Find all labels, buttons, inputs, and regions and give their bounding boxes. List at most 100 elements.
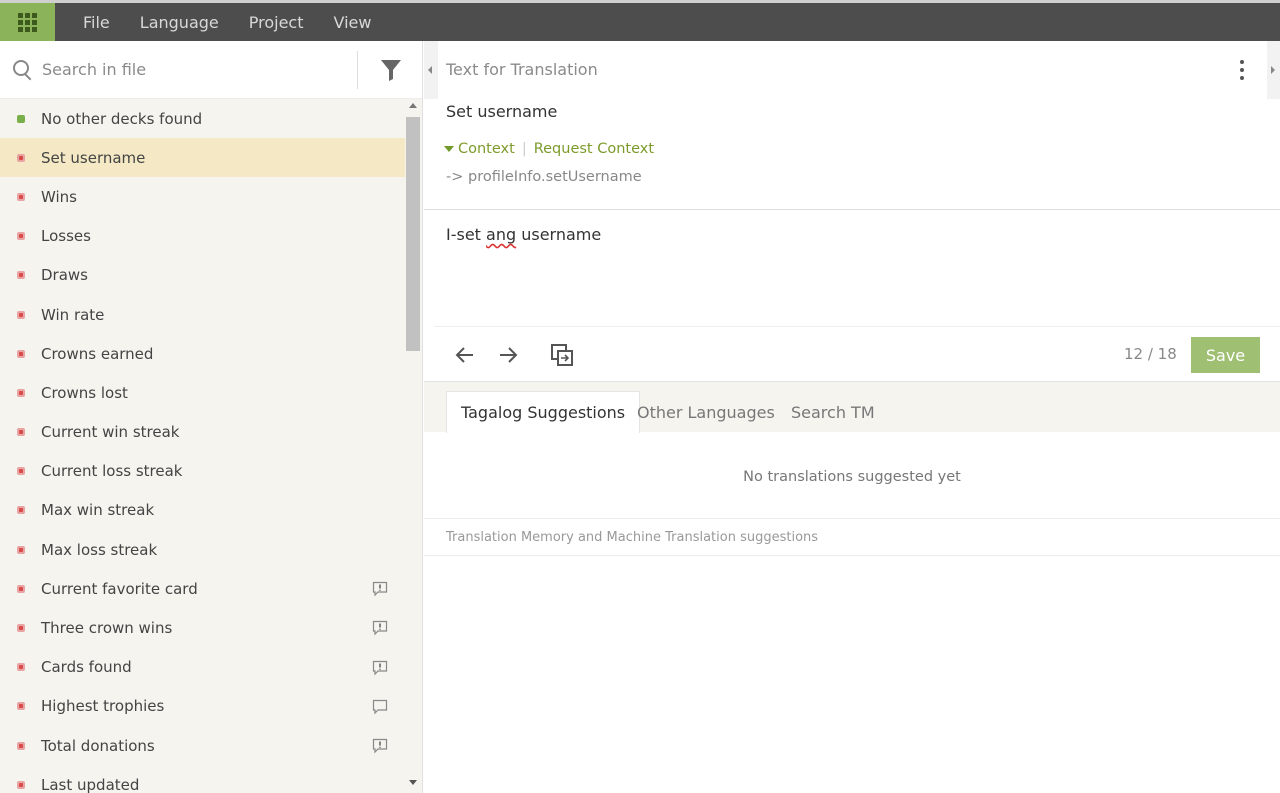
status-indicator-icon (17, 310, 25, 319)
divider (424, 555, 1280, 556)
status-indicator-icon (17, 584, 25, 593)
divider (424, 518, 1280, 519)
string-row[interactable]: Crowns lost (0, 373, 405, 412)
string-row[interactable]: No other decks found (0, 99, 405, 138)
filter-icon (381, 60, 401, 81)
tm-mt-label: Translation Memory and Machine Translati… (446, 530, 819, 545)
string-label: Win rate (41, 305, 105, 324)
string-label: Current loss streak (41, 462, 183, 481)
string-row[interactable]: Three crown wins (0, 608, 405, 647)
request-context-link[interactable]: Request Context (534, 141, 654, 157)
copy-source-icon (551, 344, 573, 366)
context-separator: | (521, 141, 527, 157)
list-scrollbar[interactable] (405, 99, 421, 793)
string-row[interactable]: Current loss streak (0, 452, 405, 491)
string-counter: 12 / 18 (1124, 345, 1177, 363)
string-label: Total donations (41, 736, 155, 755)
status-indicator-icon (17, 467, 25, 476)
more-options-icon[interactable] (1234, 60, 1250, 80)
string-label: Crowns earned (41, 344, 154, 363)
status-indicator-icon (17, 545, 25, 554)
empty-suggestions-text: No translations suggested yet (743, 469, 961, 485)
string-row[interactable]: Cards found (0, 648, 405, 687)
string-list: No other decks found Set username Wins L… (0, 99, 405, 793)
status-indicator-icon (17, 114, 25, 123)
string-row[interactable]: Wins (0, 177, 405, 216)
status-indicator-icon (17, 506, 25, 515)
status-indicator-icon (17, 349, 25, 358)
status-indicator-icon (17, 624, 25, 633)
editor-panel: Text for Translation Set username Contex… (424, 41, 1280, 793)
search-icon (12, 59, 34, 81)
string-row[interactable]: Total donations (0, 726, 405, 765)
string-label: Current favorite card (41, 579, 198, 598)
string-label: Draws (41, 266, 88, 285)
scroll-up-arrow[interactable] (409, 103, 417, 108)
translation-text-part: username (516, 225, 602, 244)
string-row[interactable]: Losses (0, 217, 405, 256)
divider (434, 326, 1280, 327)
status-indicator-icon (17, 192, 25, 201)
top-menu-bar: File Language Project View (0, 0, 1280, 41)
arrow-right-icon (500, 347, 518, 363)
issue-comment-icon[interactable] (372, 660, 388, 676)
string-row[interactable]: Crowns earned (0, 334, 405, 373)
status-indicator-icon (17, 388, 25, 397)
scroll-down-arrow[interactable] (409, 780, 417, 785)
string-label: Last updated (41, 775, 140, 793)
translation-input[interactable]: I-set ang username (446, 225, 1256, 321)
issue-comment-icon[interactable] (372, 738, 388, 754)
string-row[interactable]: Current favorite card (0, 569, 405, 608)
context-key: -> profileInfo.setUsername (446, 169, 642, 185)
context-row: Context | Request Context (444, 141, 654, 157)
misspelled-word: ang (486, 225, 517, 244)
previous-string-button[interactable] (453, 343, 477, 367)
string-row[interactable]: Current win streak (0, 413, 405, 452)
scroll-thumb[interactable] (406, 117, 420, 351)
menu-language[interactable]: Language (125, 13, 234, 32)
issue-comment-icon[interactable] (372, 581, 388, 597)
filter-button[interactable] (378, 57, 406, 83)
menu-file[interactable]: File (68, 13, 125, 32)
tab-search-tm[interactable]: Search TM (777, 391, 889, 433)
string-label: Three crown wins (41, 619, 173, 638)
search-input[interactable] (42, 60, 342, 79)
source-header-label: Text for Translation (446, 60, 598, 79)
context-toggle-link[interactable]: Context (458, 141, 515, 157)
status-indicator-icon (17, 153, 25, 162)
string-row[interactable]: Highest trophies (0, 687, 405, 726)
string-label: Current win streak (41, 423, 180, 442)
string-label: Max win streak (41, 501, 155, 520)
grid-icon (18, 12, 37, 32)
string-row[interactable]: Max win streak (0, 491, 405, 530)
menu-project[interactable]: Project (234, 13, 319, 32)
string-row[interactable]: Last updated (0, 765, 405, 793)
source-text: Set username (446, 102, 558, 121)
string-row[interactable]: Draws (0, 256, 405, 295)
caret-down-icon[interactable] (444, 146, 454, 152)
tab-other-languages[interactable]: Other Languages (623, 391, 789, 433)
apps-menu-button[interactable] (0, 3, 55, 41)
status-indicator-icon (17, 702, 25, 711)
collapse-right-panel-button[interactable] (1267, 41, 1280, 99)
string-row[interactable]: Max loss streak (0, 530, 405, 569)
save-button[interactable]: Save (1191, 337, 1260, 373)
string-row[interactable]: Win rate (0, 295, 405, 334)
status-indicator-icon (17, 663, 25, 672)
tab-tagalog-suggestions[interactable]: Tagalog Suggestions (446, 391, 641, 433)
collapse-left-panel-button[interactable] (424, 41, 438, 99)
string-label: Set username (41, 148, 146, 167)
next-string-button[interactable] (496, 343, 520, 367)
string-label: No other decks found (41, 109, 203, 128)
copy-source-button[interactable] (550, 343, 574, 367)
translation-text-part: I-set (446, 225, 487, 244)
issue-comment-icon[interactable] (372, 620, 388, 636)
status-indicator-icon (17, 741, 25, 750)
status-indicator-icon (17, 780, 25, 789)
status-indicator-icon (17, 428, 25, 437)
divider (424, 209, 1280, 210)
comment-icon[interactable] (372, 699, 388, 715)
menu-view[interactable]: View (319, 13, 387, 32)
string-row[interactable]: Set username (0, 138, 405, 178)
status-indicator-icon (17, 271, 25, 280)
